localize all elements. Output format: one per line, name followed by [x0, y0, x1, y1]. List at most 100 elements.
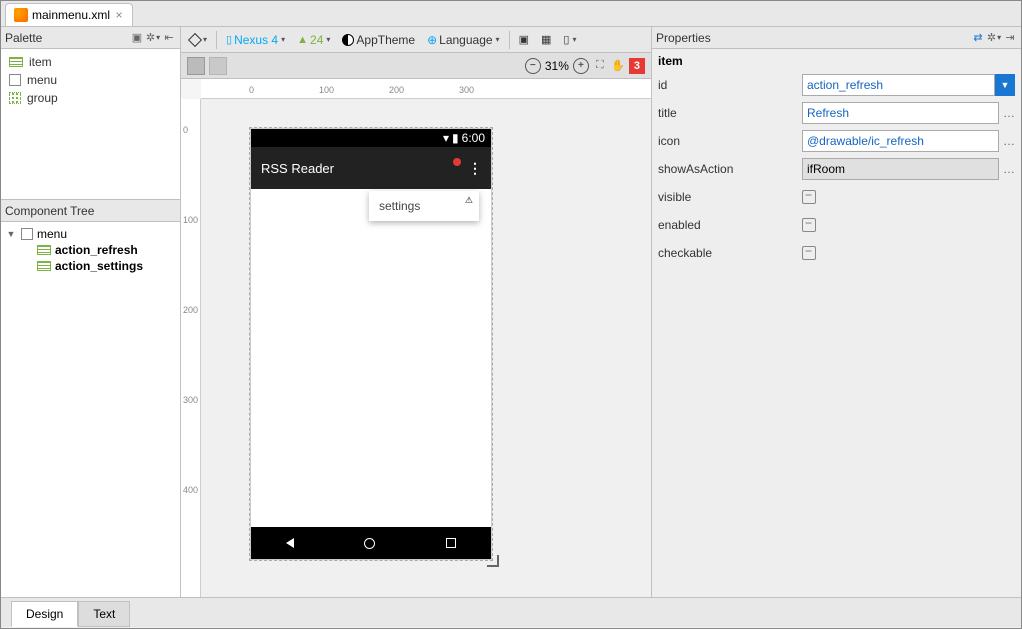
app-title: RSS Reader	[261, 161, 334, 176]
design-canvas-column: ▾ ▯ Nexus 4▾ ▲ 24▾ AppTheme ⊕Language▾ ▣…	[181, 27, 651, 597]
error-dot-icon	[453, 158, 461, 166]
checkbox-indeterminate[interactable]	[802, 190, 816, 204]
canvas-area[interactable]: 0 100 200 300 0 100 200 300 400 ▾ ▮ 6:00	[181, 79, 651, 597]
tab-design[interactable]: Design	[11, 601, 78, 627]
canvas-inner: ▾ ▮ 6:00 RSS Reader ⋮ settings ⚠	[201, 99, 651, 597]
file-tab-label: mainmenu.xml	[32, 8, 110, 22]
component-tree-panel: Component Tree ▼ menu action_refresh act…	[1, 199, 180, 597]
device-preview[interactable]: ▾ ▮ 6:00 RSS Reader ⋮ settings ⚠	[251, 129, 491, 559]
zoom-level: 31%	[545, 59, 569, 73]
language-selector[interactable]: ⊕Language▾	[422, 30, 504, 50]
layout-view-1[interactable]: ▣	[514, 30, 534, 50]
palette-list: item menu group	[1, 49, 180, 199]
property-title-field[interactable]: Refresh	[802, 102, 999, 124]
palette-title: Palette	[5, 31, 42, 45]
tree-row-action-settings[interactable]: action_settings	[5, 258, 176, 274]
nav-back-icon[interactable]	[286, 538, 294, 548]
menu-popup[interactable]: settings	[369, 191, 479, 221]
layers-icon[interactable]: ▣	[130, 31, 144, 45]
item-icon	[37, 245, 51, 255]
properties-body: item id action_refresh ▼ title Refresh ……	[652, 49, 1021, 597]
tab-text[interactable]: Text	[78, 601, 130, 627]
nav-home-icon[interactable]	[364, 538, 375, 549]
battery-icon: ▮	[452, 131, 459, 145]
fit-screen-icon[interactable]: ⛶	[593, 59, 607, 73]
device-selector[interactable]: ▯ Nexus 4▾	[221, 30, 290, 50]
file-tab[interactable]: mainmenu.xml ×	[5, 3, 133, 26]
more-icon[interactable]: …	[1003, 162, 1015, 176]
gear-icon[interactable]: ✲▾	[146, 31, 160, 45]
ruler-vertical: 0 100 200 300 400	[181, 99, 201, 597]
dropdown-icon[interactable]: ▼	[995, 74, 1015, 96]
swap-icon[interactable]: ⇄	[971, 31, 985, 45]
tree-expand-icon[interactable]: ▼	[5, 229, 17, 239]
collapse-icon[interactable]: ⇥	[1003, 31, 1017, 45]
zoom-in-button[interactable]: +	[573, 58, 589, 74]
ruler-tick: 100	[319, 85, 334, 95]
pan-icon[interactable]: ✋	[611, 59, 625, 73]
theme-icon	[342, 34, 354, 46]
palette-item[interactable]: item	[1, 53, 180, 71]
property-row-enabled: enabled	[658, 211, 1015, 239]
refresh-icon[interactable]	[444, 161, 458, 175]
theme-label: AppTheme	[356, 33, 415, 47]
properties-title: Properties	[656, 31, 711, 45]
more-icon[interactable]: …	[1003, 134, 1015, 148]
property-icon-field[interactable]: @drawable/ic_refresh	[802, 130, 999, 152]
close-icon[interactable]: ×	[114, 10, 124, 20]
overflow-menu-icon[interactable]: ⋮	[468, 160, 481, 177]
xml-file-icon	[14, 8, 28, 22]
property-id-field[interactable]: action_refresh	[802, 74, 995, 96]
nav-recent-icon[interactable]	[446, 538, 456, 548]
warning-icon: ⚠	[465, 195, 473, 206]
api-selector[interactable]: ▲ 24▾	[292, 30, 335, 50]
item-icon	[37, 261, 51, 271]
property-label: showAsAction	[658, 162, 798, 176]
property-showasaction-field[interactable]: ifRoom	[802, 158, 999, 180]
diamond-icon	[188, 32, 202, 46]
checkbox-indeterminate[interactable]	[802, 246, 816, 260]
property-label: enabled	[658, 218, 798, 232]
editor-tab-bar: mainmenu.xml ×	[1, 1, 1021, 27]
layout-view-2[interactable]: ▦	[536, 30, 556, 50]
component-tree-title: Component Tree	[5, 204, 94, 218]
group-icon	[9, 92, 21, 104]
surface-select-1[interactable]	[187, 57, 205, 75]
bottom-tab-bar: Design Text	[1, 597, 1021, 627]
palette-group[interactable]: group	[1, 89, 180, 107]
theme-selector[interactable]: AppTheme	[337, 30, 420, 50]
palette-item-label: item	[29, 55, 52, 69]
component-tree-body: ▼ menu action_refresh action_settings	[1, 222, 180, 597]
item-icon	[9, 57, 23, 67]
property-row-showasaction: showAsAction ifRoom …	[658, 155, 1015, 183]
surface-select-2[interactable]	[209, 57, 227, 75]
ruler-tick: 0	[249, 85, 254, 95]
tree-node-label: menu	[37, 227, 67, 241]
palette-menu[interactable]: menu	[1, 71, 180, 89]
property-row-icon: icon @drawable/ic_refresh …	[658, 127, 1015, 155]
more-icon[interactable]: …	[1003, 106, 1015, 120]
zoom-out-button[interactable]: −	[525, 58, 541, 74]
property-label: visible	[658, 190, 798, 204]
orientation-button[interactable]: ▾	[185, 30, 212, 50]
property-label: title	[658, 106, 798, 120]
checkbox-indeterminate[interactable]	[802, 218, 816, 232]
resize-handle-icon[interactable]	[487, 555, 499, 567]
design-toolbar-2: − 31% + ⛶ ✋ 3	[181, 53, 651, 79]
property-row-checkable: checkable	[658, 239, 1015, 267]
property-row-id: id action_refresh ▼	[658, 71, 1015, 99]
tree-row-action-refresh[interactable]: action_refresh	[5, 242, 176, 258]
layout-view-3[interactable]: ▯▾	[558, 30, 581, 50]
clock-label: 6:00	[462, 131, 485, 145]
error-badge[interactable]: 3	[629, 58, 645, 74]
properties-header: Properties ⇄ ✲▾ ⇥	[652, 27, 1021, 49]
gear-icon[interactable]: ✲▾	[987, 31, 1001, 45]
ruler-tick: 200	[389, 85, 404, 95]
ruler-tick: 0	[183, 125, 188, 135]
tree-row-menu[interactable]: ▼ menu	[5, 226, 176, 242]
collapse-icon[interactable]: ⇤	[162, 31, 176, 45]
ruler-tick: 300	[183, 395, 198, 405]
palette-item-label: menu	[27, 73, 57, 87]
globe-icon: ⊕	[427, 33, 437, 47]
menu-item-label: settings	[379, 199, 420, 213]
